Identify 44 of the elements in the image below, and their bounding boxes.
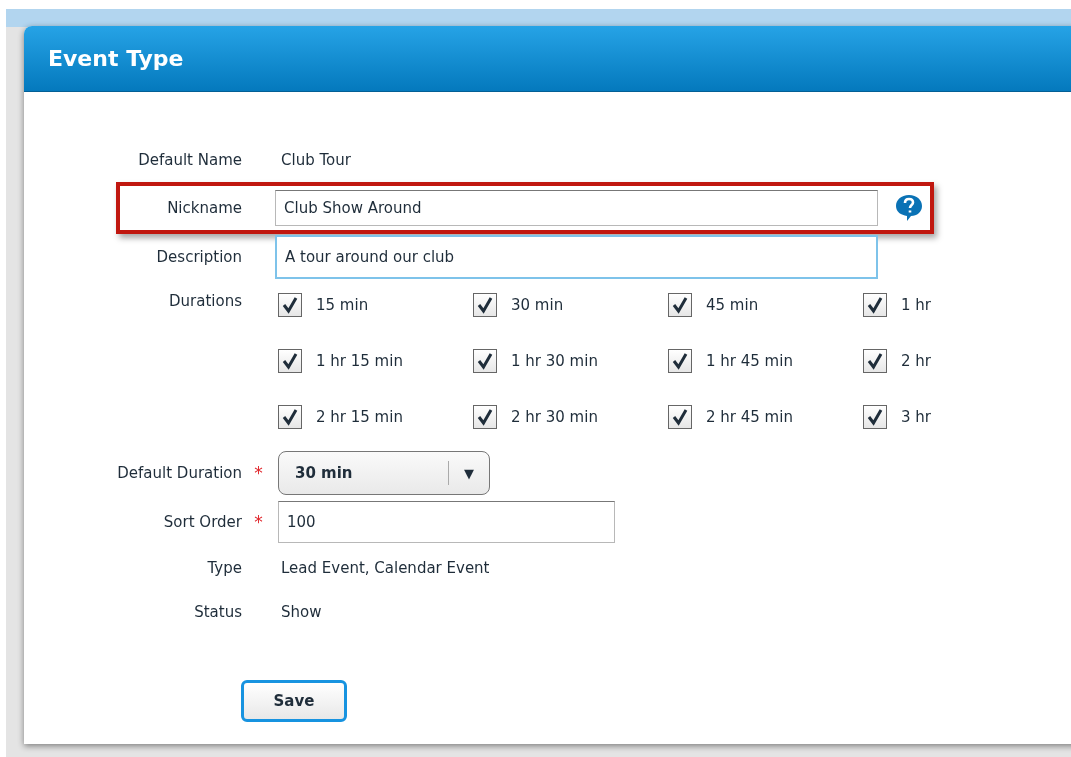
checkbox[interactable] — [668, 293, 692, 317]
dialog-title: Event Type — [48, 46, 184, 71]
field-label: Description — [155, 248, 242, 266]
checkbox-label: 2 hr — [901, 352, 931, 370]
checkbox-label: 3 hr — [901, 408, 931, 426]
field-value: Show — [280, 603, 322, 621]
field-label: Default Duration — [116, 464, 242, 482]
save-button[interactable]: Save — [241, 680, 347, 722]
field-label: Nickname — [166, 199, 242, 217]
checkbox[interactable] — [863, 405, 887, 429]
checkbox-label: 1 hr 30 min — [511, 352, 598, 370]
checkbox-label: 15 min — [316, 296, 369, 314]
checkbox[interactable] — [473, 349, 497, 373]
checkbox-label: 45 min — [706, 296, 759, 314]
field-label: Type — [206, 559, 242, 577]
checkbox-label: 2 hr 45 min — [706, 408, 793, 426]
checkbox-label: 2 hr 15 min — [316, 408, 403, 426]
checkbox[interactable] — [278, 349, 302, 373]
checkbox[interactable] — [668, 349, 692, 373]
checkbox[interactable] — [863, 349, 887, 373]
text-input[interactable]: Club Show Around — [275, 190, 878, 226]
field-label: Sort Order — [162, 513, 242, 531]
required-mark: * — [253, 512, 264, 532]
field-label: Default Name — [137, 151, 242, 169]
checkbox[interactable] — [278, 293, 302, 317]
checkbox[interactable] — [863, 293, 887, 317]
help-icon[interactable] — [894, 193, 924, 223]
required-mark: * — [253, 463, 264, 483]
checkbox-label: 1 hr 15 min — [316, 352, 403, 370]
checkbox[interactable] — [278, 405, 302, 429]
checkbox[interactable] — [473, 405, 497, 429]
field-label: Status — [193, 603, 242, 621]
checkbox-label: 30 min — [511, 296, 564, 314]
checkbox-label: 1 hr 45 min — [706, 352, 793, 370]
field-value: Lead Event, Calendar Event — [280, 559, 490, 577]
checkbox-label: 2 hr 30 min — [511, 408, 598, 426]
checkbox[interactable] — [668, 405, 692, 429]
text-input[interactable]: 100 — [278, 501, 615, 543]
checkbox[interactable] — [473, 293, 497, 317]
checkbox-label: 1 hr — [901, 296, 931, 314]
text-input[interactable]: A tour around our club — [275, 235, 878, 279]
duration-dropdown[interactable]: 30 min ▼ — [278, 451, 490, 495]
field-label: Durations — [168, 291, 242, 310]
field-value: Club Tour — [280, 151, 351, 169]
